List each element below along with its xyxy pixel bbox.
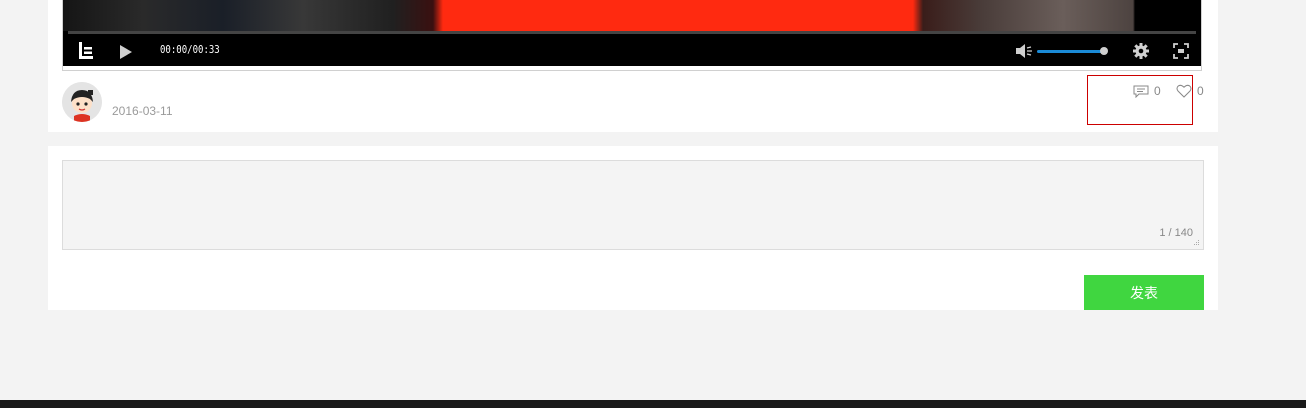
gear-icon[interactable] <box>1132 42 1150 60</box>
post-date: 2016-03-11 <box>112 104 173 118</box>
avatar[interactable] <box>62 82 102 122</box>
comment-count: 0 <box>1154 84 1161 98</box>
like-button[interactable]: 0 <box>1176 83 1204 99</box>
char-counter: 1 / 140 <box>1159 227 1193 239</box>
volume-slider-handle[interactable] <box>1100 47 1108 55</box>
player-logo-icon[interactable] <box>78 42 94 60</box>
avatar-image <box>62 82 102 122</box>
volume-icon[interactable] <box>1015 43 1033 59</box>
play-icon[interactable] <box>120 45 132 59</box>
volume-slider-track[interactable] <box>1037 50 1103 53</box>
fullscreen-icon[interactable] <box>1173 43 1189 59</box>
like-count: 0 <box>1197 84 1204 98</box>
comment-textarea[interactable]: 1 / 140 <box>62 160 1204 250</box>
time-display: 00:00/00:33 <box>160 43 220 56</box>
heart-icon <box>1176 84 1192 98</box>
submit-button[interactable]: 发表 <box>1084 275 1204 310</box>
player-controls: 00:00/00:33 <box>63 34 1201 66</box>
comment-icon <box>1133 85 1149 98</box>
comment-count-button[interactable]: 0 <box>1133 83 1161 99</box>
video-frame-image[interactable] <box>63 0 1201 31</box>
resize-handle-icon[interactable] <box>1193 239 1200 246</box>
footer-bar <box>0 400 1306 408</box>
video-player[interactable]: 00:00/00:33 <box>63 0 1201 66</box>
